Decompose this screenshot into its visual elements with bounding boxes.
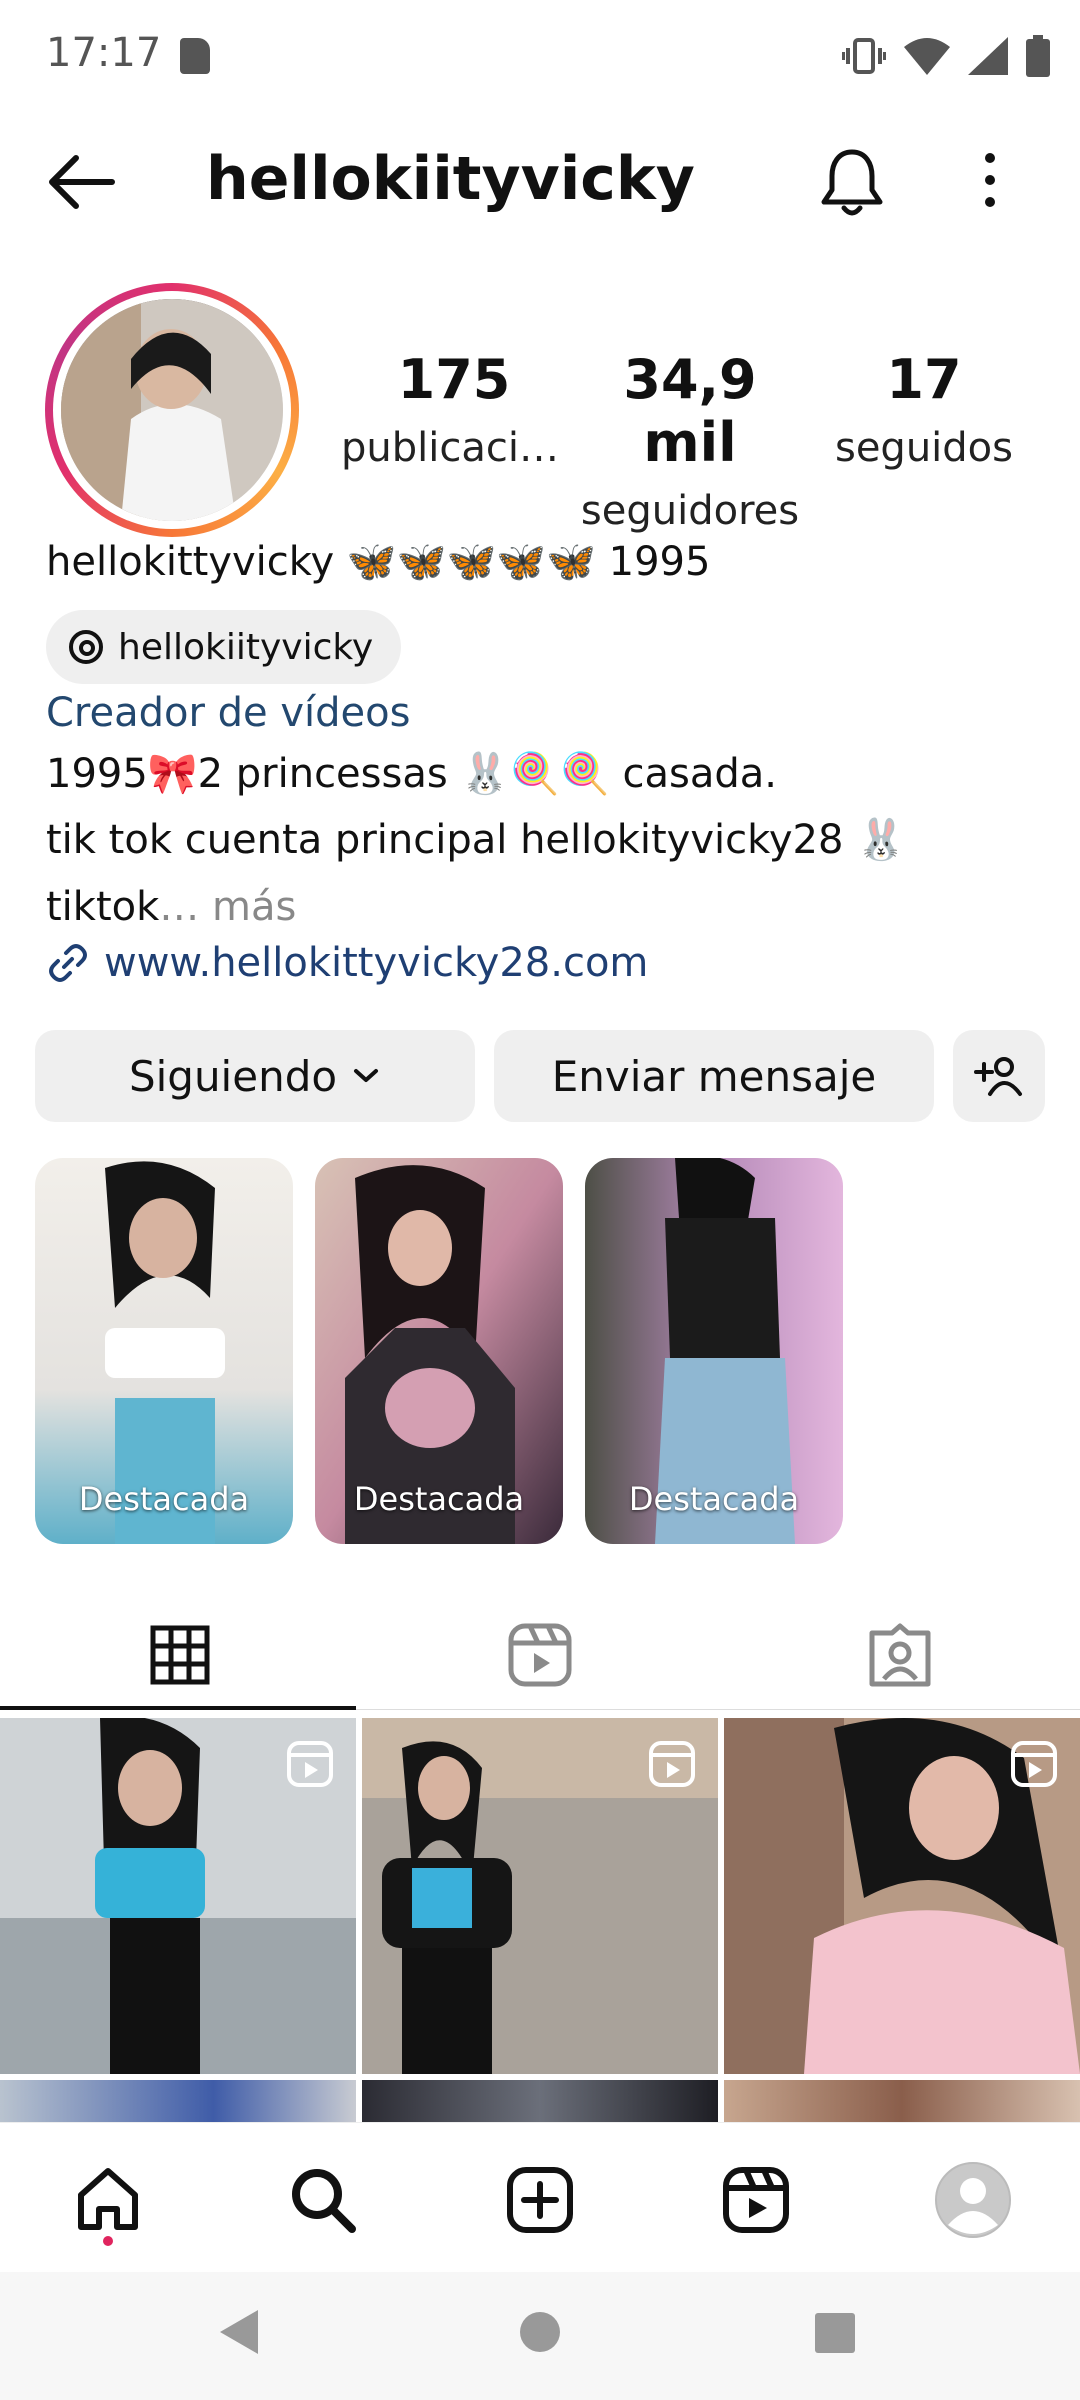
posts-count: 175 [397,348,511,411]
more-options-icon[interactable] [975,150,1005,210]
sd-card-icon [180,38,210,74]
post-thumbnail[interactable] [0,1718,356,2074]
system-home-icon[interactable] [518,2310,562,2354]
status-bar: 17:17 [0,0,1080,118]
highlight-label: Destacada [353,1480,525,1518]
highlight-item[interactable]: Destacada [315,1158,563,1544]
reel-indicator-icon [287,1741,333,1787]
tab-reels[interactable] [360,1600,720,1710]
link-icon [49,944,87,982]
bio-more-link[interactable]: … más [159,884,296,930]
stat-followers[interactable]: 34,9 mil seguidores [570,348,810,534]
following-label: seguidos [834,425,1013,471]
following-label-text: Siguiendo [128,1051,338,1101]
profile-category: Creador de vídeos [46,690,411,736]
add-person-icon [974,1057,1022,1096]
highlight-label: Destacada [628,1480,800,1518]
post-thumbnail[interactable] [362,1718,718,2074]
search-icon [292,2169,356,2233]
nav-create[interactable] [500,2160,580,2240]
status-time: 17:17 [46,30,162,76]
stat-posts[interactable]: 175 publicaciones [334,348,574,471]
nav-home[interactable] [68,2160,148,2240]
profile-name: hellokittyvicky 🦋🦋🦋🦋🦋 1995 [46,539,711,585]
tab-tagged[interactable] [720,1600,1080,1710]
followers-label: seguidores [580,488,800,534]
highlight-label: Destacada [78,1480,250,1518]
posts-label: publicaciones [341,425,567,471]
system-back-icon[interactable] [218,2308,262,2356]
nav-reels[interactable] [716,2160,796,2240]
reel-indicator-icon [1011,1741,1057,1787]
send-message-button[interactable]: Enviar mensaje [494,1030,934,1122]
signal-icon [968,37,1008,75]
following-button[interactable]: Siguiendo [35,1030,475,1122]
profile-avatar-icon [935,2162,1011,2238]
profile-username-title: hellokiityvicky [206,144,695,214]
bio-line: tiktok [46,884,160,930]
status-icons [842,34,1050,78]
reels-icon [723,2167,789,2233]
nav-search[interactable] [283,2160,363,2240]
grid-icon [150,1625,210,1685]
nav-profile[interactable] [933,2160,1013,2240]
post-thumbnail[interactable] [362,2080,718,2124]
website-link[interactable]: www.hellokittyvicky28.com [46,940,648,986]
website-url: www.hellokittyvicky28.com [104,940,649,986]
tab-posts-grid[interactable] [0,1600,360,1710]
highlight-item[interactable]: Destacada [585,1158,843,1544]
highlight-item[interactable]: Destacada [35,1158,293,1544]
threads-badge[interactable]: hellokiityvicky [46,610,402,684]
reel-indicator-icon [649,1741,695,1787]
bio-line: 1995🎀2 princessas 🐰🍭🍭 casada. [46,751,778,797]
threads-icon [69,630,103,664]
back-arrow-icon[interactable] [44,152,116,212]
home-icon [78,2168,138,2230]
vibrate-icon [842,38,886,74]
stat-following[interactable]: 17 seguidos [804,348,1044,471]
wifi-icon [904,38,950,75]
battery-icon [1026,35,1050,77]
bio-line-truncated: tiktok… más [46,884,296,930]
following-count: 17 [886,348,962,411]
followers-count: 34,9 mil [623,348,757,474]
post-thumbnail[interactable] [724,2080,1080,2124]
suggest-users-button[interactable] [953,1030,1045,1122]
home-notification-dot [103,2236,113,2246]
tagged-icon [869,1623,931,1687]
post-thumbnail[interactable] [0,2080,356,2124]
threads-handle: hellokiityvicky [118,626,374,668]
system-recents-icon[interactable] [814,2312,856,2354]
reels-icon [508,1623,572,1687]
notification-bell-icon[interactable] [820,146,884,218]
add-post-icon [507,2167,573,2233]
profile-avatar[interactable] [61,299,283,521]
active-tab-indicator [0,1706,356,1710]
bio-line: tik tok cuenta principal hellokityvicky2… [46,817,906,863]
post-thumbnail[interactable] [724,1718,1080,2074]
chevron-down-icon [354,1069,379,1082]
send-message-label: Enviar mensaje [551,1051,877,1101]
